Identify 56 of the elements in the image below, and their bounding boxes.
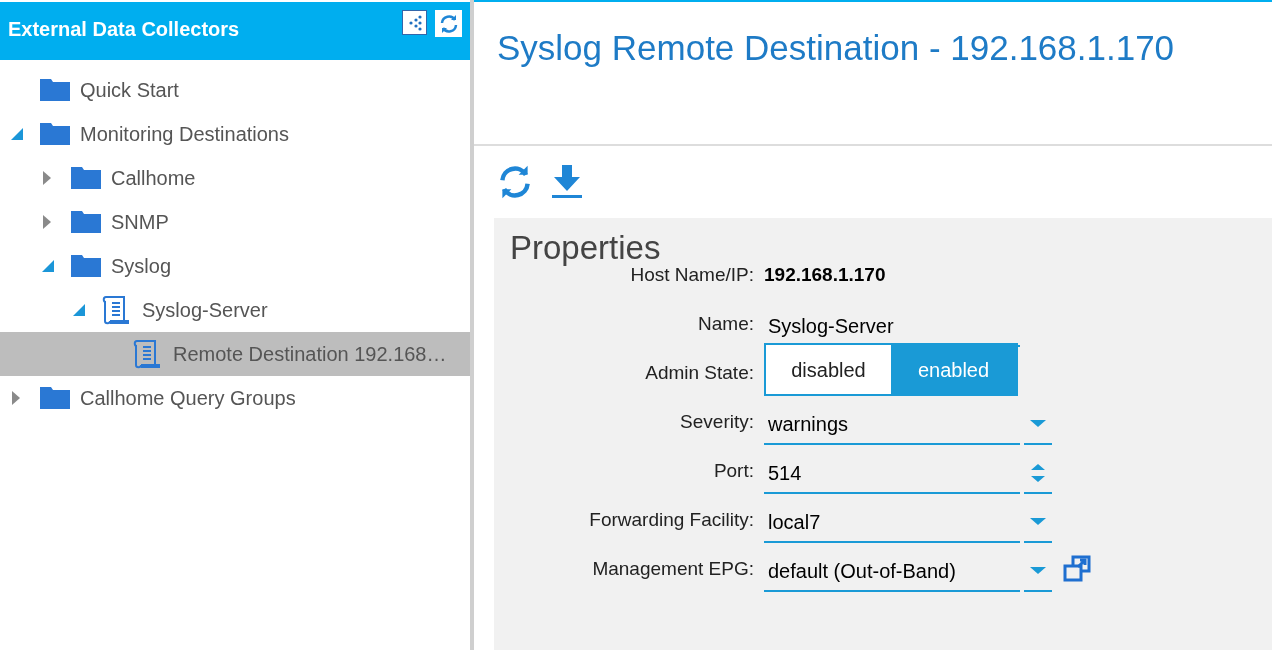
tree-item[interactable]: Syslog-Server <box>0 288 470 332</box>
field-label: Severity: <box>679 409 755 434</box>
download-button[interactable] <box>550 163 584 201</box>
folder-icon <box>40 123 70 145</box>
host-value: 192.168.1.170 <box>764 262 886 287</box>
folder-icon <box>71 211 101 233</box>
refresh-button[interactable] <box>435 10 462 37</box>
tree-label: Remote Destination 192.168… <box>173 342 447 367</box>
field-label: Forwarding Facility: <box>588 507 755 532</box>
tree-item[interactable]: Quick Start <box>0 68 470 112</box>
input-field[interactable]: warnings <box>764 405 1020 445</box>
collapsed-arrow-icon[interactable] <box>41 170 53 186</box>
tree-label: SNMP <box>111 210 169 235</box>
tree-label: Syslog <box>111 254 172 279</box>
tree-item[interactable]: Callhome Query Groups <box>0 376 470 420</box>
input-field[interactable]: default (Out-of-Band) <box>764 552 1020 592</box>
tree-label: Callhome <box>111 166 196 191</box>
input-field[interactable]: local7 <box>764 503 1020 543</box>
page-title: Syslog Remote Destination - 192.168.1.170 <box>497 28 1176 68</box>
refresh-icon <box>497 164 533 200</box>
download-icon <box>551 165 583 199</box>
field-label: Management EPG: <box>591 556 755 581</box>
tree-item[interactable]: Monitoring Destinations <box>0 112 470 156</box>
spinner-icon <box>1030 462 1046 484</box>
folder-icon <box>40 387 70 409</box>
open-window-button[interactable] <box>1062 554 1092 584</box>
field-label: Port: <box>712 458 755 483</box>
tree-item[interactable]: SNMP <box>0 200 470 244</box>
collapsed-arrow-icon[interactable] <box>41 214 53 230</box>
folder-icon <box>71 255 101 277</box>
tree-label: Callhome Query Groups <box>80 386 296 411</box>
expanded-arrow-icon[interactable] <box>10 127 24 141</box>
document-icon <box>133 339 161 369</box>
input-field[interactable]: 514 <box>764 454 1020 494</box>
topology-button[interactable] <box>402 10 427 35</box>
folder-icon <box>40 79 70 101</box>
field-label: Admin State: <box>644 360 755 385</box>
collapsed-arrow-icon[interactable] <box>10 390 22 406</box>
popout-icon <box>1062 555 1092 583</box>
folder-icon <box>71 167 101 189</box>
caret-icon <box>1030 518 1046 526</box>
caret-icon <box>1030 567 1046 575</box>
tree-item[interactable]: Syslog <box>0 244 470 288</box>
expanded-arrow-icon[interactable] <box>41 259 55 273</box>
tree-item[interactable]: Remote Destination 192.168… <box>0 332 470 376</box>
tree-label: Monitoring Destinations <box>80 122 289 147</box>
dots-icon <box>407 14 422 31</box>
expanded-arrow-icon[interactable] <box>72 303 86 317</box>
refresh-icon <box>438 13 459 34</box>
caret-icon <box>1030 420 1046 428</box>
field-label: Name: <box>697 311 755 336</box>
sidebar-title: External Data Collectors <box>8 17 240 42</box>
tree-item[interactable]: Callhome <box>0 156 470 200</box>
tree-label: Quick Start <box>80 78 179 103</box>
tree-label: Syslog-Server <box>142 298 268 323</box>
document-icon <box>102 295 130 325</box>
